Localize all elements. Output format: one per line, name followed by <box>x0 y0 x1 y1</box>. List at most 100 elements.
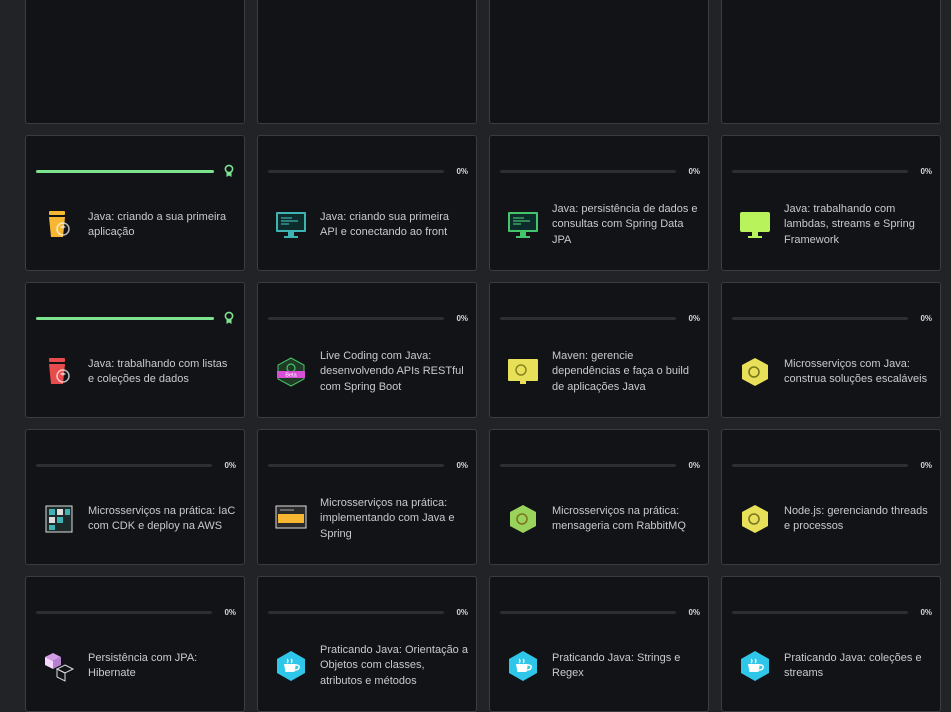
progress-bar <box>500 610 676 614</box>
hex-gear-icon <box>738 502 772 536</box>
progress-percent: 0% <box>688 607 700 617</box>
progress-bar <box>732 316 908 320</box>
hex-cup-icon <box>506 649 540 683</box>
hex-cup-icon <box>738 649 772 683</box>
course-card[interactable]: Java: criando a sua primeira aplicação <box>25 135 245 271</box>
monitor-icon <box>738 208 772 242</box>
progress-row: 0% <box>500 605 700 619</box>
progress-bar <box>268 169 444 173</box>
monitor-stripe-icon <box>274 502 308 536</box>
card-content: Java: trabalhando com listas e coleções … <box>42 337 236 407</box>
certificate-ribbon-icon <box>222 311 236 325</box>
progress-row: 0% <box>732 458 932 472</box>
progress-percent: 0% <box>224 460 236 470</box>
course-card[interactable]: 0% Maven: gerencie dependências e faça o… <box>489 282 709 418</box>
course-card[interactable]: 0% Microsserviços na prática: IaC com CD… <box>25 429 245 565</box>
course-title: Persistência com JPA: Hibernate <box>88 651 198 680</box>
progress-bar <box>36 316 214 320</box>
course-card[interactable]: 0% Java: criando sua primeira API e cone… <box>257 135 477 271</box>
monitor-code-icon <box>274 208 308 242</box>
course-card[interactable]: 0% Microsserviços com Java: construa sol… <box>721 282 941 418</box>
progress-row: 0% <box>268 164 468 178</box>
course-card-partial[interactable] <box>721 0 941 124</box>
card-content: Java: criando sua primeira API e conecta… <box>274 190 468 260</box>
progress-row: 0% <box>36 458 236 472</box>
progress-percent: 0% <box>456 313 468 323</box>
hex-gear-icon <box>506 502 540 536</box>
course-card[interactable]: 0% Microsserviços na prática: mensageria… <box>489 429 709 565</box>
progress-percent: 0% <box>920 313 932 323</box>
course-title: Java: criando a sua primeira aplicação <box>88 210 227 239</box>
progress-row: 0% <box>268 605 468 619</box>
progress-percent: 0% <box>456 166 468 176</box>
card-content: Praticando Java: Strings e Regex <box>506 631 700 701</box>
progress-bar <box>36 169 214 173</box>
beta-hex-icon: Beta <box>274 355 308 389</box>
java-cup-icon <box>42 355 76 389</box>
course-card-partial[interactable] <box>257 0 477 124</box>
progress-row: 0% <box>268 458 468 472</box>
course-title: Node.js: gerenciando threads e processos <box>784 504 928 533</box>
monitor-gear-icon <box>506 355 540 389</box>
progress-percent: 0% <box>688 166 700 176</box>
course-title: Praticando Java: Orientação a Objetos co… <box>320 643 468 687</box>
course-title: Microsserviços com Java: construa soluçõ… <box>784 357 928 386</box>
progress-bar <box>268 610 444 614</box>
progress-percent: 0% <box>224 607 236 617</box>
card-content: Java: criando a sua primeira aplicação <box>42 190 236 260</box>
course-title: Maven: gerencie dependências e faça o bu… <box>552 349 689 393</box>
progress-bar <box>36 463 212 467</box>
progress-row: 0% <box>500 311 700 325</box>
progress-bar <box>36 610 212 614</box>
course-card-partial[interactable] <box>25 0 245 124</box>
course-card[interactable]: 0% Microsserviços na prática: implementa… <box>257 429 477 565</box>
card-content: Maven: gerencie dependências e faça o bu… <box>506 337 700 407</box>
course-card[interactable]: 0% Praticando Java: coleções e streams <box>721 576 941 712</box>
course-title: Java: criando sua primeira API e conecta… <box>320 210 450 239</box>
course-title: Microsserviços na prática: mensageria co… <box>552 504 686 533</box>
course-title: Live Coding com Java: desenvolvendo APIs… <box>320 349 464 393</box>
course-card[interactable]: Java: trabalhando com listas e coleções … <box>25 282 245 418</box>
progress-row: 0% <box>732 164 932 178</box>
progress-bar <box>500 316 676 320</box>
certificate-ribbon-icon <box>222 164 236 178</box>
card-content: Beta Live Coding com Java: desenvolvendo… <box>274 337 468 407</box>
course-title: Praticando Java: coleções e streams <box>784 651 922 680</box>
progress-bar <box>268 316 444 320</box>
course-grid: Java: criando a sua primeira aplicação 0… <box>25 0 941 712</box>
course-card[interactable]: 0% Node.js: gerenciando threads e proces… <box>721 429 941 565</box>
progress-row: 0% <box>500 458 700 472</box>
course-card[interactable]: 0% Praticando Java: Orientação a Objetos… <box>257 576 477 712</box>
card-content: Java: persistência de dados e consultas … <box>506 190 700 260</box>
course-card[interactable]: 0% Praticando Java: Strings e Regex <box>489 576 709 712</box>
progress-bar <box>268 463 444 467</box>
progress-percent: 0% <box>456 607 468 617</box>
course-title: Java: trabalhando com listas e coleções … <box>88 357 228 386</box>
course-card[interactable]: 0% Beta Live Coding com Java: desenvolve… <box>257 282 477 418</box>
progress-bar <box>732 610 908 614</box>
course-card[interactable]: 0% Java: persistência de dados e consult… <box>489 135 709 271</box>
svg-text:Beta: Beta <box>285 373 297 379</box>
hex-cup-icon <box>274 649 308 683</box>
course-card[interactable]: 0% Java: trabalhando com lambdas, stream… <box>721 135 941 271</box>
progress-row: 0% <box>36 605 236 619</box>
cubes-icon <box>42 649 76 683</box>
card-content: Persistência com JPA: Hibernate <box>42 631 236 701</box>
monitor-code-icon <box>506 208 540 242</box>
card-content: Microsserviços com Java: construa soluçõ… <box>738 337 932 407</box>
progress-percent: 0% <box>920 607 932 617</box>
java-cup-icon <box>42 208 76 242</box>
card-content: Praticando Java: coleções e streams <box>738 631 932 701</box>
progress-percent: 0% <box>688 313 700 323</box>
course-title: Microsserviços na prática: IaC com CDK e… <box>88 504 236 533</box>
progress-row <box>36 164 236 178</box>
course-title: Praticando Java: Strings e Regex <box>552 651 681 680</box>
progress-percent: 0% <box>688 460 700 470</box>
progress-row: 0% <box>268 311 468 325</box>
course-card[interactable]: 0% Persistência com JPA: Hibernate <box>25 576 245 712</box>
course-card-partial[interactable] <box>489 0 709 124</box>
progress-percent: 0% <box>456 460 468 470</box>
grid-icon <box>42 502 76 536</box>
progress-bar <box>732 169 908 173</box>
progress-bar <box>500 463 676 467</box>
